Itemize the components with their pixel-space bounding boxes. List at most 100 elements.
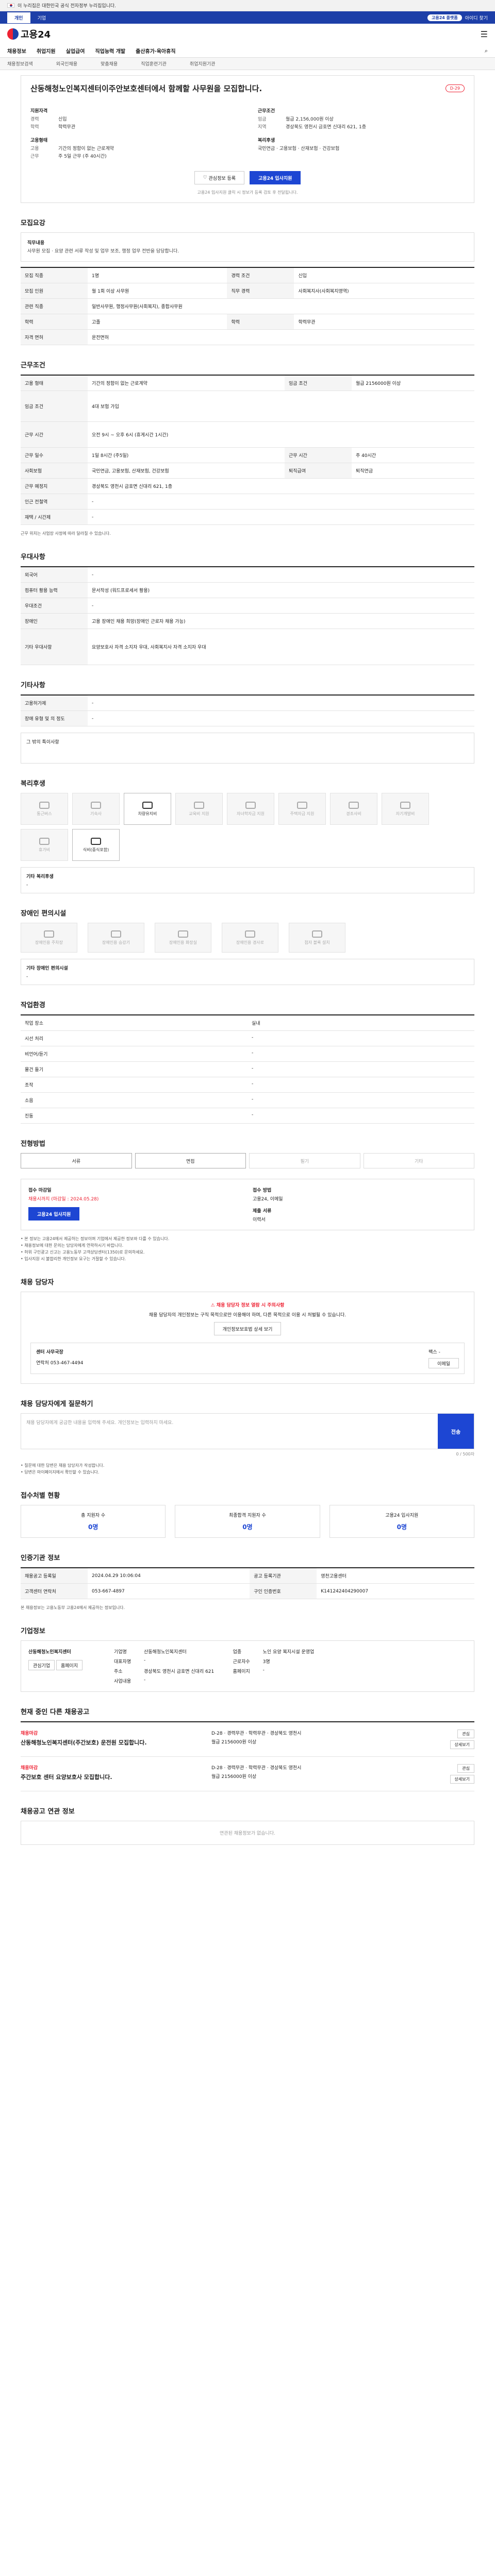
email-button[interactable]: 이메일 [428, 1358, 459, 1368]
question-input[interactable]: 채용 담당자에게 궁금한 내용을 입력해 주세요. 개인정보는 입력하지 마세요… [21, 1414, 438, 1449]
env-value: - [248, 1031, 474, 1046]
manager-warn-text: 채용 담당자 정보 열람 시 주의사항 [216, 1303, 285, 1308]
benefit-tile: 주택자금 지원 [278, 793, 326, 825]
nav-item-leave[interactable]: 출산휴가·육아휴직 [136, 47, 175, 55]
cell-key: 모집 인원 [21, 283, 88, 299]
cell-value: - [88, 494, 474, 510]
cell-key: 기업명 [114, 1650, 127, 1655]
bullet-item: • 입사지원 시 불합리한 개인정보 요구는 거절할 수 있습니다. [21, 1257, 126, 1261]
table-row: 컴퓨터 활용 능력 문서작성 (워드프로세서 활용) [21, 582, 474, 598]
nav-item-jobs[interactable]: 채용정보 [7, 47, 26, 55]
search-icon[interactable]: ⌕ [485, 47, 488, 55]
subnav-item[interactable]: 취업지원기관 [190, 60, 216, 67]
job-title: 산동해청노인복지센터이주안보호센터에서 함께할 사무원을 모집합니다. [30, 84, 262, 93]
site-logo[interactable]: 고용24 [7, 27, 51, 41]
stat-value: 0명 [397, 1523, 407, 1531]
apply-button[interactable]: 고용24 입사지원 [250, 171, 301, 184]
benefit-label: 차량유지비 [138, 811, 157, 816]
cell-key: 고객센터 연락처 [21, 1583, 88, 1599]
benefit-icon [178, 930, 188, 938]
nav-item-support[interactable]: 취업지원 [37, 47, 56, 55]
homepage-button[interactable]: 홈페이지 [56, 1660, 83, 1670]
conditions-table: 고용 형태 기간의 정함이 없는 근로계약 임금 조건 월급 2156000원 이상 … [21, 375, 474, 525]
subnav-item[interactable]: 맞춤채용 [101, 60, 118, 67]
subnav-item[interactable]: 직업훈련기관 [141, 60, 167, 67]
subnav-item[interactable]: 외국인채용 [56, 60, 77, 67]
question-send-button[interactable]: 전송 [438, 1414, 474, 1449]
nav-item-training[interactable]: 직업능력 개발 [95, 47, 125, 55]
manager-heading: 채용 담당자 [21, 1279, 54, 1286]
pay-value: 월급 2,156,000원 이상 [286, 117, 334, 122]
table-row: 모집 직종 1명 경력 조건 신입 [21, 267, 474, 283]
env-key: 작업 장소 [21, 1015, 248, 1031]
manager-name: 센터 사무국장 [36, 1350, 63, 1355]
edu-value: 학력무관 [58, 125, 76, 130]
favorite-button[interactable]: 관심 [457, 1730, 474, 1738]
env-value: 실내 [248, 1015, 474, 1031]
cell-key: 구인 인증번호 [250, 1583, 317, 1599]
tab-company[interactable]: 기업 [30, 12, 54, 23]
benefit-label: 장애인용 승강기 [102, 940, 130, 945]
company-heading: 기업정보 [21, 1628, 45, 1635]
benefit-tile: 통근버스 [21, 793, 68, 825]
hamburger-icon[interactable]: ☰ [481, 29, 488, 39]
job-title-link[interactable]: 산동해청노인복지센터(주간보호) 운전원 모집합니다. [21, 1738, 206, 1747]
job-summary-card: 산동해청노인복지센터이주안보호센터에서 함께할 사무원을 모집합니다. D-29… [21, 75, 474, 203]
cell-value: 영천고용센터 [317, 1568, 474, 1584]
duties-table: 모집 직종 1명 경력 조건 신입 모집 인원 월 1회 이상 사무원 직무 경력 사회복지… [21, 267, 474, 345]
cell-value: 2024.04.29 10:06:04 [88, 1568, 250, 1584]
stat-value: 0명 [88, 1523, 98, 1531]
list-item[interactable]: 채용마감 주간보호 센터 요양보호사 모집합니다. D-28 · 경력무관 · 학… [21, 1757, 474, 1791]
benefit-icon [194, 801, 204, 809]
cell-key: 대표자명 [114, 1659, 131, 1665]
gov-banner: 이 누리집은 대한민국 공식 전자정부 누리집입니다. [0, 0, 495, 11]
bullet-item: • 본 정보는 고용24에서 제공하는 정보이며 기업에서 제공한 정보와 다를… [21, 1236, 170, 1241]
apply-button-2[interactable]: 고용24 입사지원 [28, 1207, 80, 1221]
bullet-item: • 답변은 마이페이지에서 확인할 수 있습니다. [21, 1470, 100, 1475]
bullet-item: • 질문에 대한 답변은 채용 담당자가 작성합니다. [21, 1463, 105, 1468]
nav-item-benefit[interactable]: 실업급여 [66, 47, 85, 55]
cell-key: 장애인 [21, 613, 88, 629]
table-row: 채용공고 등록일 2024.04.29 10:06:04 공고 등록기관 영천고용센터 [21, 1568, 474, 1584]
benefit-icon [39, 837, 50, 845]
tab-personal[interactable]: 개인 [7, 12, 30, 23]
find-id-link[interactable]: 아이디 찾기 [465, 14, 488, 21]
favorite-button[interactable]: 관심 [457, 1764, 474, 1773]
site-header: 고용24 ☰ [0, 24, 495, 44]
interest-button[interactable]: ♡ 관심정보 등록 [194, 171, 245, 184]
selection-method: 서류 [21, 1153, 132, 1168]
benefit-tile: 장애인용 주차장 [21, 923, 77, 953]
platform-pill[interactable]: 고용24 플랫폼 [427, 14, 462, 21]
subnav-item[interactable]: 채용정보검색 [7, 60, 33, 67]
cell-key: 홈페이지 [233, 1669, 250, 1674]
edu-label: 학력 [30, 125, 39, 130]
table-row: 모집 인원 월 1회 이상 사무원 직무 경력 사회복지사(사회복지영역) [21, 283, 474, 299]
company-name: 산동해청노인복지센터 [28, 1650, 71, 1655]
cell-value: - [88, 509, 474, 525]
facility-heading: 장애인 편의시설 [21, 910, 67, 918]
favorite-company-button[interactable]: 관심기업 [28, 1660, 55, 1670]
selection-methods: 서류 면접 필기 기타 [21, 1153, 474, 1168]
list-item[interactable]: 채용마감 산동해청노인복지센터(주간보호) 운전원 모집합니다. D-28 · 경… [21, 1722, 474, 1757]
cell-key: 재택 / 시간제 [21, 509, 88, 525]
cell-key: 근무 시간 [21, 421, 88, 448]
cell-key: 사업내용 [114, 1679, 131, 1684]
benefit-label: 자기개발비 [395, 811, 415, 816]
cell-value: 산동해청노인복지센터 [144, 1650, 187, 1655]
job-status: 채용마감 [21, 1731, 38, 1736]
welfare-extra-label: 기타 복리후생 [26, 874, 54, 879]
detail-button[interactable]: 상세보기 [450, 1775, 474, 1784]
env-value: - [248, 1093, 474, 1108]
job-pay: 월급 2156000원 이상 [211, 1740, 257, 1745]
gov-banner-text: 이 누리집은 대한민국 공식 전자정부 누리집입니다. [18, 4, 117, 9]
benefit-label: 장애인용 경사로 [236, 940, 265, 945]
cell-value: 월 1회 이상 사무원 [88, 283, 227, 299]
stat-card: 고용24 입사지원 0명 [329, 1505, 474, 1538]
privacy-button[interactable]: 개인정보보호법 상세 보기 [213, 1322, 282, 1335]
stats-heading: 접수처별 현황 [21, 1492, 60, 1500]
job-title-link[interactable]: 주간보호 센터 요양보호사 모집합니다. [21, 1773, 206, 1781]
cell-value: 고용 장애인 채용 희망(장애인 근로자 채용 가능) [88, 613, 474, 629]
detail-button[interactable]: 상세보기 [450, 1740, 474, 1749]
table-row: 기타 우대사항 요양보호사 자격 소지자 우대, 사회복지사 자격 소지자 우대 [21, 629, 474, 665]
main-nav: 채용정보 취업지원 실업급여 직업능력 개발 출산휴가·육아휴직 ⌕ [0, 44, 495, 58]
